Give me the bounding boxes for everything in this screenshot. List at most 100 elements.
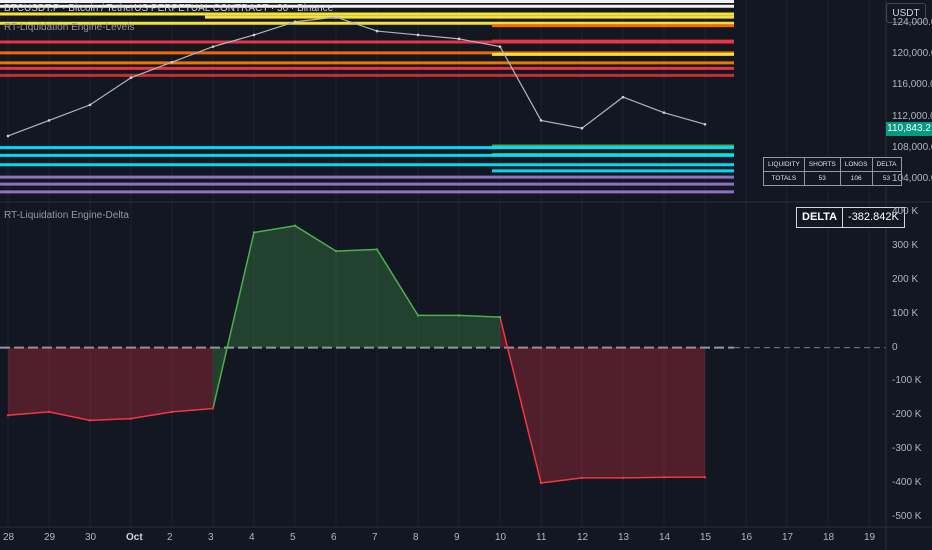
- price-point: [621, 95, 625, 99]
- delta-point: [334, 249, 338, 253]
- time-tick: 4: [249, 532, 255, 543]
- table-header-cell: LONGS: [839, 157, 873, 172]
- table-header-cell: SHORTS: [803, 157, 841, 172]
- delta-tick: 400 K: [892, 206, 919, 218]
- delta-tick: 0: [892, 341, 898, 353]
- time-tick: Oct: [126, 532, 143, 543]
- delta-point: [6, 414, 10, 417]
- time-tick: 16: [741, 532, 753, 543]
- delta-tick: -400 K: [892, 476, 922, 488]
- delta-tick: 200 K: [892, 273, 919, 285]
- price-tick: 112,000.0: [892, 110, 932, 122]
- time-tick: 15: [700, 532, 712, 543]
- grid: [7, 0, 870, 527]
- price-tick: 104,000.0: [892, 172, 932, 184]
- delta-point: [457, 314, 461, 317]
- delta-area: [377, 249, 418, 348]
- delta-point: [498, 315, 502, 319]
- price-point: [457, 37, 461, 41]
- time-tick: 29: [44, 532, 56, 543]
- price-point: [6, 134, 10, 138]
- delta-point: [621, 476, 625, 480]
- price-tick: 108,000.0: [892, 141, 932, 153]
- price-point: [211, 45, 215, 48]
- price-point: [252, 33, 256, 37]
- time-tick: 17: [782, 532, 794, 543]
- table-cell: 53: [803, 171, 841, 186]
- delta-area: [336, 249, 377, 348]
- price-point: [580, 126, 584, 130]
- indicator-levels-title[interactable]: RT-Liquidation Engine-Levels: [4, 22, 134, 33]
- table-row: TOTALS 53 106 53: [763, 171, 902, 186]
- price-point: [47, 119, 51, 122]
- delta-point: [416, 314, 420, 317]
- delta-readout-label: DELTA: [797, 208, 844, 227]
- time-tick: 5: [290, 532, 296, 543]
- delta-tick: -200 K: [892, 409, 922, 421]
- price-point: [334, 15, 338, 19]
- time-tick: 14: [659, 532, 671, 543]
- delta-area: [172, 347, 213, 412]
- delta-point: [375, 248, 379, 251]
- time-tick: 12: [577, 532, 589, 543]
- price-point: [88, 103, 92, 107]
- delta-area: [459, 315, 500, 348]
- delta-area: [49, 347, 90, 421]
- time-tick: 10: [495, 532, 507, 543]
- delta-area: [541, 347, 582, 483]
- delta-point: [662, 476, 666, 479]
- delta-area: [582, 347, 623, 478]
- delta-readout: DELTA -382.842K: [796, 207, 905, 228]
- delta-area: [254, 225, 295, 348]
- symbol-title[interactable]: BTCUSDT.P · Bitcoin / TetherUS PERPETUAL…: [4, 3, 333, 14]
- price-point: [539, 119, 543, 122]
- delta-point: [170, 410, 174, 414]
- delta-area: [90, 347, 131, 421]
- delta-point: [293, 224, 297, 227]
- delta-area: [131, 347, 172, 419]
- time-tick: 19: [864, 532, 876, 543]
- delta-line: [622, 476, 665, 479]
- last-price-badge: 110,843.2: [886, 122, 932, 136]
- time-tick: 13: [618, 532, 630, 543]
- liquidity-table: LIQUIDITY SHORTS LONGS DELTA TOTALS 53 1…: [763, 157, 902, 186]
- table-header-cell: LIQUIDITY: [763, 157, 805, 172]
- time-tick: 18: [823, 532, 835, 543]
- delta-area: [623, 347, 664, 478]
- delta-point: [129, 417, 133, 420]
- time-tick: 9: [454, 532, 460, 543]
- delta-point: [539, 481, 543, 485]
- delta-point: [252, 231, 256, 234]
- liquidity-table-header: LIQUIDITY SHORTS LONGS DELTA: [763, 157, 902, 172]
- price-point: [703, 123, 707, 126]
- delta-tick: 300 K: [892, 240, 919, 251]
- price-point: [498, 45, 502, 48]
- delta-pane: [0, 224, 886, 485]
- time-tick: 2: [167, 532, 173, 543]
- time-tick: 11: [536, 532, 547, 543]
- time-tick: 7: [372, 532, 378, 543]
- table-cell: 106: [839, 171, 873, 186]
- time-tick: 8: [413, 532, 419, 543]
- delta-tick: -300 K: [892, 443, 922, 455]
- delta-point: [47, 410, 51, 414]
- indicator-delta-title[interactable]: RT-Liquidation Engine-Delta: [4, 210, 129, 221]
- delta-tick: 100 K: [892, 307, 919, 319]
- delta-point: [211, 407, 215, 410]
- time-tick: 28: [3, 532, 15, 543]
- time-tick: 6: [331, 532, 337, 543]
- table-header-cell: DELTA: [871, 157, 902, 172]
- chart-canvas[interactable]: [0, 0, 932, 550]
- time-tick: 3: [208, 532, 214, 543]
- price-point: [293, 20, 297, 24]
- price-point: [416, 33, 420, 37]
- delta-tick: -100 K: [892, 375, 922, 387]
- price-tick: 116,000.0: [892, 79, 932, 91]
- delta-point: [88, 419, 92, 422]
- price-point: [170, 60, 174, 64]
- time-tick: 30: [85, 532, 97, 543]
- delta-area: [418, 315, 459, 348]
- table-cell: TOTALS: [763, 171, 805, 186]
- delta-point: [703, 475, 707, 479]
- delta-area: [8, 347, 49, 416]
